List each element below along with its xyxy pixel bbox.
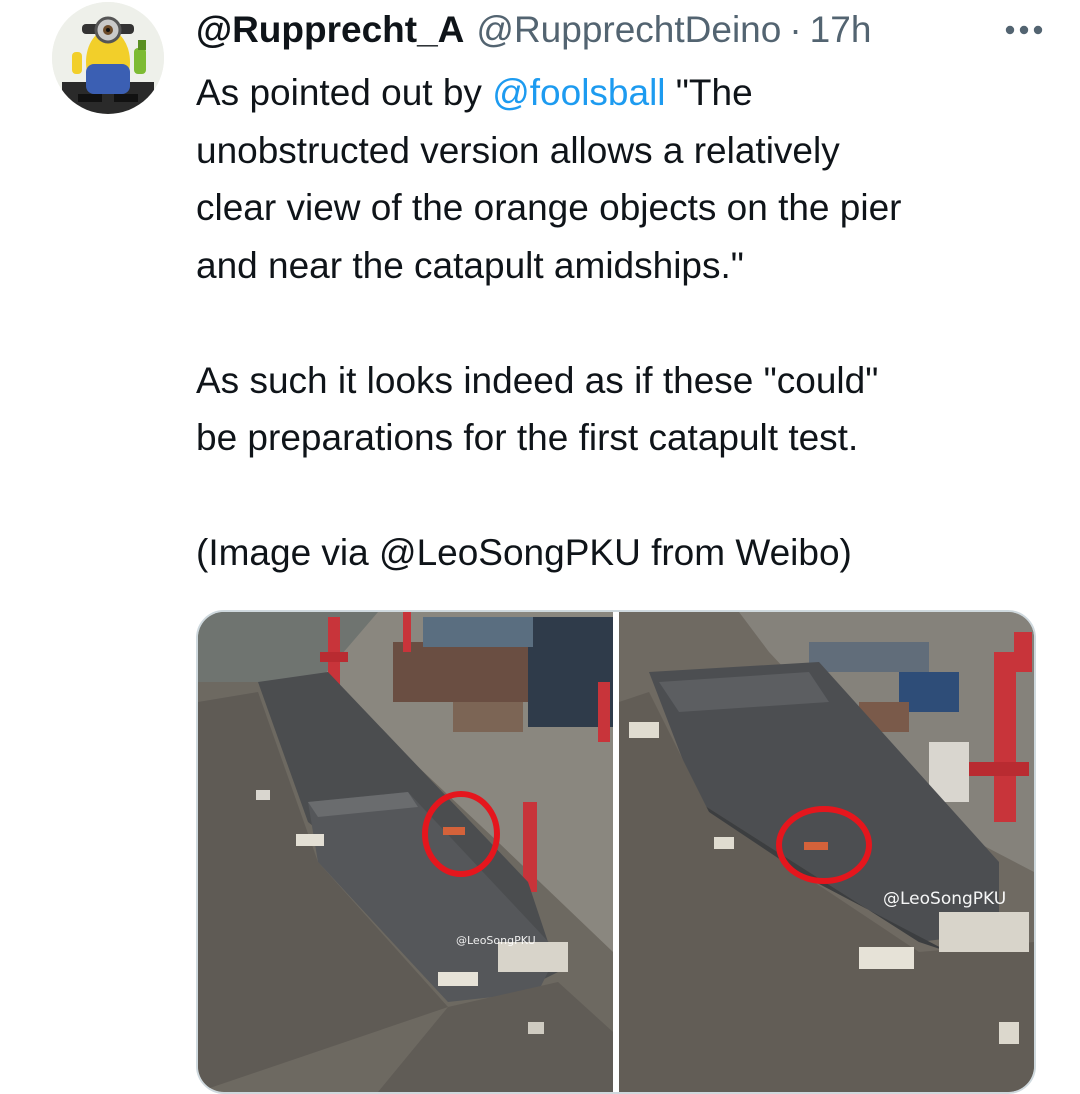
- tweet-text-segment: "The: [665, 72, 753, 113]
- tweet-text-line: As such it looks indeed as if these "cou…: [196, 359, 879, 401]
- minion-avatar-image: [52, 2, 164, 114]
- tweet-text-line: unobstructed version allows a relatively: [196, 129, 840, 171]
- tweet-text-segment: As pointed out by: [196, 72, 493, 113]
- tweet-paragraph-1: As pointed out by @foolsball "The unobst…: [196, 64, 1056, 294]
- tweet-text: As pointed out by @foolsball "The unobst…: [196, 64, 1056, 582]
- tweet-text-line: clear view of the orange objects on the …: [196, 187, 902, 228]
- tweet-paragraph-2: As such it looks indeed as if these "cou…: [196, 352, 1056, 467]
- more-horizontal-icon: [1005, 25, 1043, 35]
- photo-left[interactable]: @LeoSongPKU: [198, 612, 613, 1092]
- media-grid: @LeoSongPKU @LeoSongPKU: [196, 610, 1036, 1094]
- display-name[interactable]: @Rupprecht_A: [196, 4, 464, 56]
- photo-right[interactable]: @LeoSongPKU: [619, 612, 1034, 1092]
- photo-right-watermark: @LeoSongPKU: [883, 889, 1006, 909]
- user-handle[interactable]: @RupprechtDeino: [476, 4, 781, 56]
- photo-left-watermark: @LeoSongPKU: [456, 934, 536, 947]
- tweet-header: @Rupprecht_A @RupprechtDeino · 17h: [196, 4, 1056, 56]
- timestamp[interactable]: 17h: [810, 4, 872, 56]
- photo-left-image: @LeoSongPKU: [198, 612, 613, 1092]
- avatar[interactable]: [52, 2, 164, 114]
- tweet-text-line: be preparations for the first catapult t…: [196, 417, 859, 458]
- header-separator: ·: [789, 9, 802, 50]
- more-options-button[interactable]: [992, 4, 1056, 56]
- mention-link[interactable]: @foolsball: [492, 72, 665, 113]
- tweet-text-line: (Image via @LeoSongPKU from Weibo): [196, 532, 852, 573]
- photo-right-image: @LeoSongPKU: [619, 612, 1034, 1092]
- tweet-text-line: and near the catapult amidships.": [196, 244, 744, 286]
- tweet-paragraph-3: (Image via @LeoSongPKU from Weibo): [196, 524, 1056, 582]
